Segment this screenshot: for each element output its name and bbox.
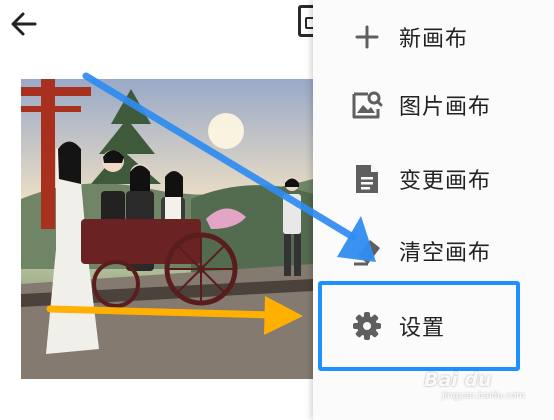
settings-highlight-box xyxy=(318,281,520,371)
menu-item-change-canvas[interactable]: 变更画布 xyxy=(313,142,554,216)
menu-item-new-canvas[interactable]: 新画布 xyxy=(313,0,554,74)
menu-item-label: 图片画布 xyxy=(399,95,492,120)
menu-item-label: 清空画布 xyxy=(399,241,492,266)
watermark-logo: Bai du xyxy=(424,369,492,391)
document-icon xyxy=(349,161,385,197)
menu-item-label: 变更画布 xyxy=(399,169,492,194)
menu-item-image-canvas[interactable]: 图片画布 xyxy=(313,68,554,142)
watermark-url: jingyan.baidu.com xyxy=(442,391,526,401)
menu-item-clear-canvas[interactable]: 清空画布 xyxy=(313,214,554,288)
menu-item-label: 新画布 xyxy=(399,27,469,52)
eraser-icon xyxy=(349,233,385,269)
image-search-icon xyxy=(349,87,385,123)
plus-icon xyxy=(349,19,385,55)
canvas-image xyxy=(21,79,313,379)
baidu-watermark: Bai du jingyan.baidu.com xyxy=(424,370,552,416)
back-button[interactable] xyxy=(6,6,42,42)
arrow-left-icon xyxy=(11,12,37,36)
